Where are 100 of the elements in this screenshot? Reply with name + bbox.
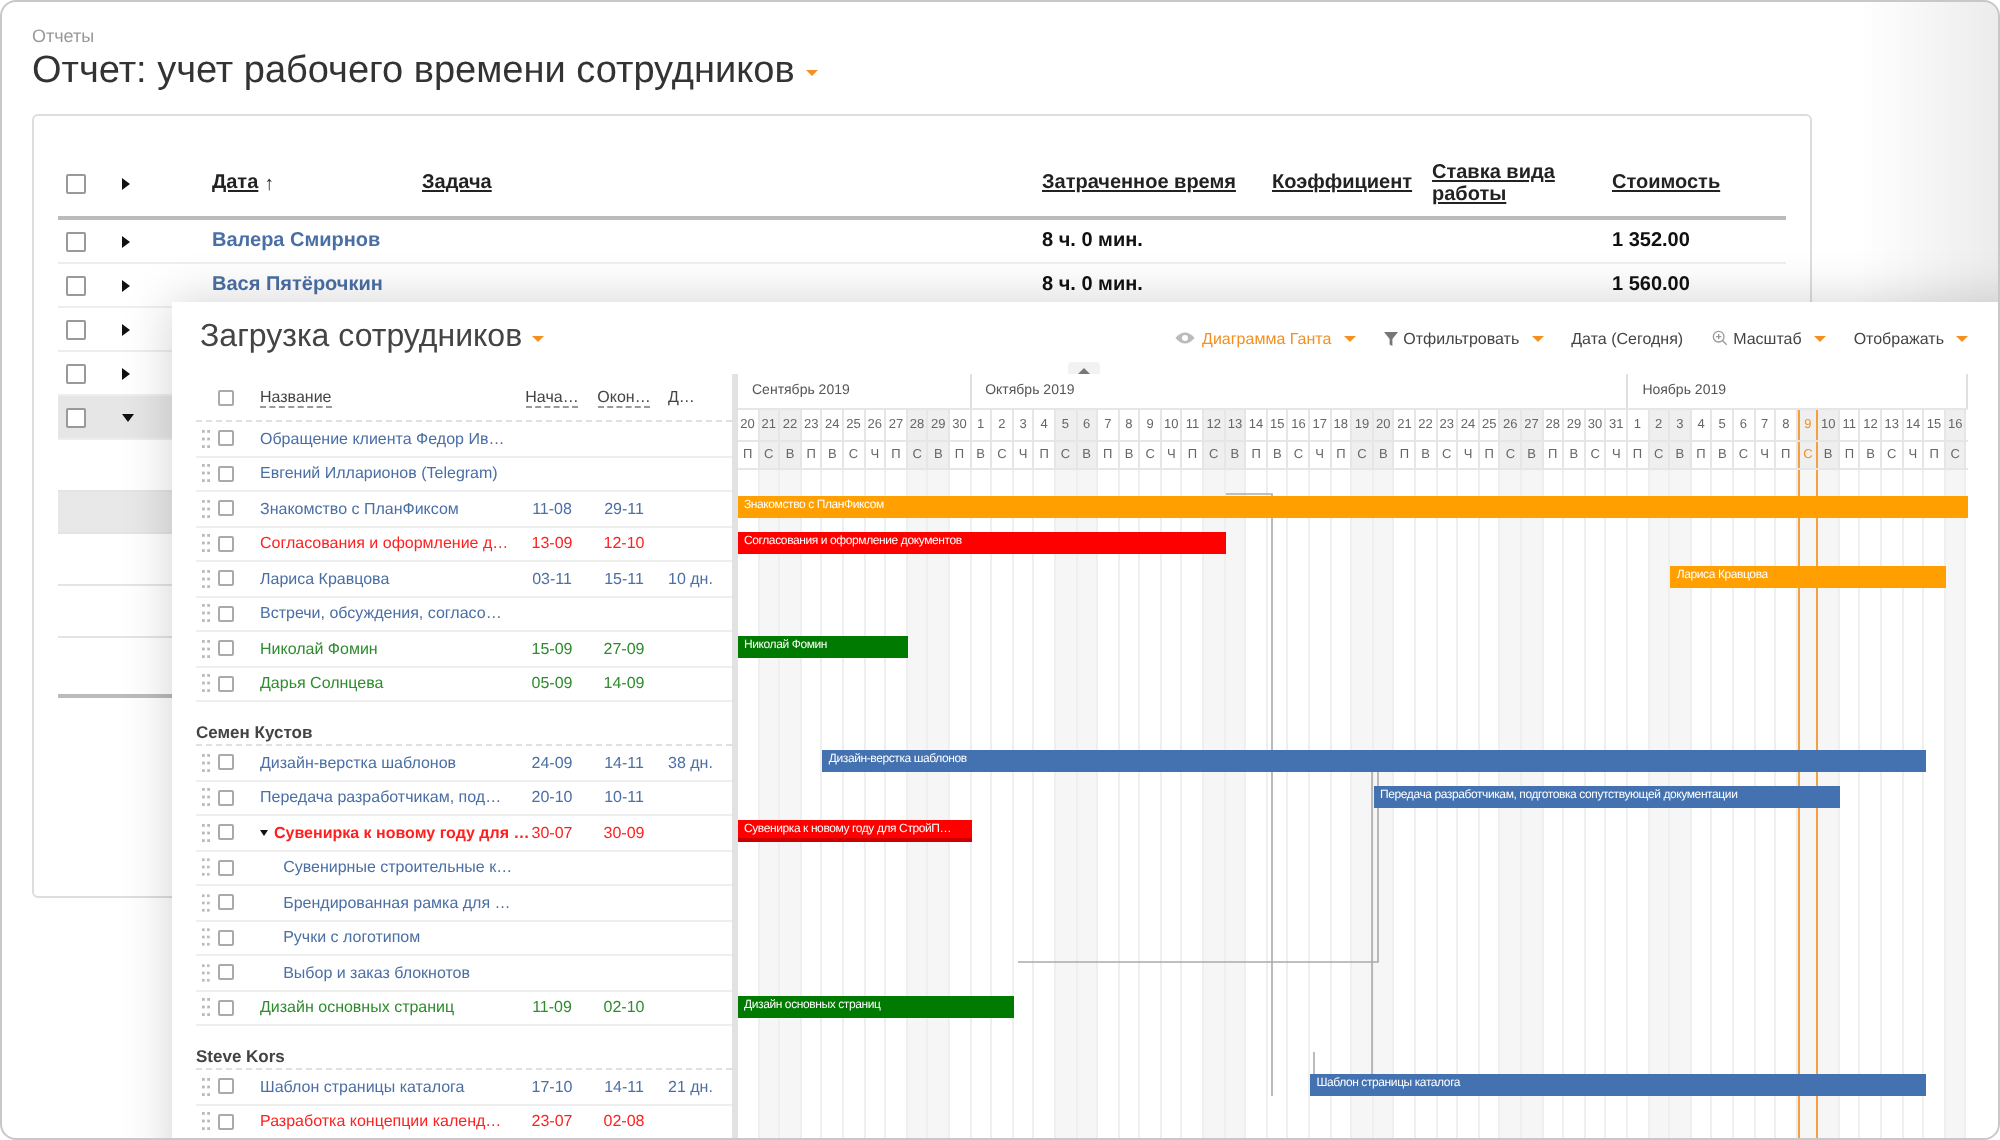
column-header[interactable]: Название: [260, 387, 332, 407]
task-link[interactable]: Лариса Кравцова: [260, 569, 390, 588]
duration: 38 дн.: [668, 753, 713, 772]
drag-handle-icon[interactable]: [202, 858, 210, 877]
drag-handle-icon[interactable]: [202, 639, 210, 658]
checkbox[interactable]: [66, 363, 86, 383]
checkbox[interactable]: [66, 231, 86, 251]
expand-icon[interactable]: [260, 829, 268, 836]
drag-handle-icon[interactable]: [202, 823, 210, 842]
drag-handle-icon[interactable]: [202, 788, 210, 807]
toolbar-button[interactable]: Отображать: [1849, 329, 1972, 347]
caret-icon[interactable]: [532, 335, 545, 341]
task-link[interactable]: Обращение клиента Федор Ив…: [260, 429, 505, 448]
drag-handle-icon[interactable]: [202, 893, 210, 912]
toolbar-button[interactable]: Дата (Сегодня): [1567, 329, 1688, 347]
employee-link[interactable]: Валера Смирнов: [212, 230, 381, 252]
task-link[interactable]: Дарья Солнцева: [260, 674, 384, 693]
toolbar-button[interactable]: Отфильтровать: [1379, 329, 1548, 347]
task-link[interactable]: Николай Фомин: [260, 639, 378, 658]
checkbox[interactable]: [218, 1113, 234, 1130]
column-header[interactable]: Стоимость: [1612, 172, 1721, 196]
column-header[interactable]: Нача…: [525, 388, 579, 408]
task-link[interactable]: Встречи, обсуждения, согласо…: [260, 604, 502, 623]
task-link[interactable]: Передача разработчикам, под…: [260, 788, 502, 807]
checkbox[interactable]: [66, 174, 86, 194]
checkbox[interactable]: [66, 275, 86, 295]
end-date: 30-09: [603, 823, 645, 842]
checkbox[interactable]: [218, 430, 234, 447]
checkbox[interactable]: [217, 894, 234, 911]
employee-link[interactable]: Вася Пятёрочкин: [212, 274, 383, 296]
drag-handle-icon[interactable]: [202, 499, 210, 518]
start-date: 20-10: [531, 788, 573, 807]
task-link[interactable]: Знакомство с ПланФиксом: [260, 499, 459, 518]
checkbox[interactable]: [66, 407, 86, 427]
drag-handle-icon[interactable]: [202, 963, 210, 982]
checkbox[interactable]: [218, 824, 234, 841]
expand-icon[interactable]: [122, 235, 130, 247]
task-link[interactable]: Разработка концепции календ…: [260, 1112, 502, 1131]
column-header[interactable]: Коэффициент: [1272, 172, 1413, 196]
checkbox[interactable]: [218, 605, 234, 622]
caret-icon[interactable]: [806, 69, 819, 75]
table-cell: 8 ч. 0 мин.: [1042, 274, 1143, 296]
breadcrumb[interactable]: Отчеты: [32, 26, 1812, 46]
checkbox[interactable]: [218, 640, 234, 657]
drag-handle-icon[interactable]: [202, 464, 210, 483]
report-title: Отчет: учет рабочего времени сотрудников: [32, 50, 795, 94]
table-cell: 1 352.00: [1612, 230, 1690, 252]
toolbar-button[interactable]: Масштаб: [1707, 329, 1830, 347]
checkbox[interactable]: [218, 675, 234, 692]
drag-handle-icon[interactable]: [202, 604, 210, 623]
expand-icon[interactable]: [122, 367, 130, 379]
expand-icon[interactable]: [122, 323, 130, 335]
end-date: 27-09: [603, 639, 645, 658]
drag-handle-icon[interactable]: [202, 928, 210, 947]
task-link[interactable]: Ручки с логотипом: [283, 928, 421, 947]
column-header[interactable]: Окон…: [597, 388, 651, 408]
expand-icon[interactable]: [122, 413, 134, 421]
drag-handle-icon[interactable]: [202, 429, 210, 448]
group-title: Семен Кустов: [196, 722, 313, 742]
task-link[interactable]: Сувенирка к новому году для …: [274, 823, 530, 842]
expand-icon[interactable]: [122, 279, 130, 291]
drag-handle-icon[interactable]: [202, 569, 210, 588]
checkbox[interactable]: [218, 465, 234, 482]
end-date: 15-11: [604, 569, 644, 588]
drag-handle-icon[interactable]: [202, 1112, 210, 1131]
checkbox[interactable]: [217, 859, 234, 876]
drag-handle-icon[interactable]: [202, 674, 210, 693]
table-cell: 8 ч. 0 мин.: [1042, 230, 1143, 252]
end-date: 12-10: [603, 534, 645, 553]
task-link[interactable]: Сувенирные строительные к…: [283, 858, 513, 877]
task-link[interactable]: Дизайн основных страниц: [260, 998, 455, 1017]
checkbox[interactable]: [218, 535, 234, 552]
column-header[interactable]: Задача: [422, 172, 492, 196]
drag-handle-icon[interactable]: [202, 753, 210, 772]
task-link[interactable]: Дизайн-верстка шаблонов: [260, 753, 457, 772]
checkbox[interactable]: [218, 500, 234, 517]
task-link[interactable]: Евгений Илларионов (Telegram): [260, 464, 498, 483]
column-header[interactable]: Затраченное время: [1042, 172, 1236, 196]
checkbox[interactable]: [218, 999, 234, 1016]
end-date: 02-08: [603, 1112, 645, 1131]
column-header[interactable]: Дата: [212, 172, 259, 196]
task-link[interactable]: Шаблон страницы каталога: [260, 1077, 465, 1096]
checkbox[interactable]: [218, 570, 234, 587]
eye-icon: [1174, 330, 1197, 346]
drag-handle-icon[interactable]: [202, 534, 210, 553]
column-header[interactable]: Д…: [668, 388, 695, 406]
task-link[interactable]: Согласования и оформление д…: [260, 534, 509, 553]
task-link[interactable]: Выбор и заказ блокнотов: [283, 963, 470, 982]
checkbox[interactable]: [218, 1078, 234, 1095]
checkbox[interactable]: [218, 389, 234, 405]
checkbox[interactable]: [217, 929, 234, 946]
drag-handle-icon[interactable]: [202, 998, 210, 1017]
checkbox[interactable]: [218, 754, 234, 771]
drag-handle-icon[interactable]: [202, 1077, 210, 1096]
expand-icon[interactable]: [122, 178, 130, 190]
checkbox[interactable]: [66, 319, 86, 339]
checkbox[interactable]: [218, 789, 234, 806]
checkbox[interactable]: [217, 964, 234, 981]
column-header[interactable]: Ставка вида работы: [1432, 161, 1604, 207]
task-link[interactable]: Брендированная рамка для …: [283, 893, 511, 912]
